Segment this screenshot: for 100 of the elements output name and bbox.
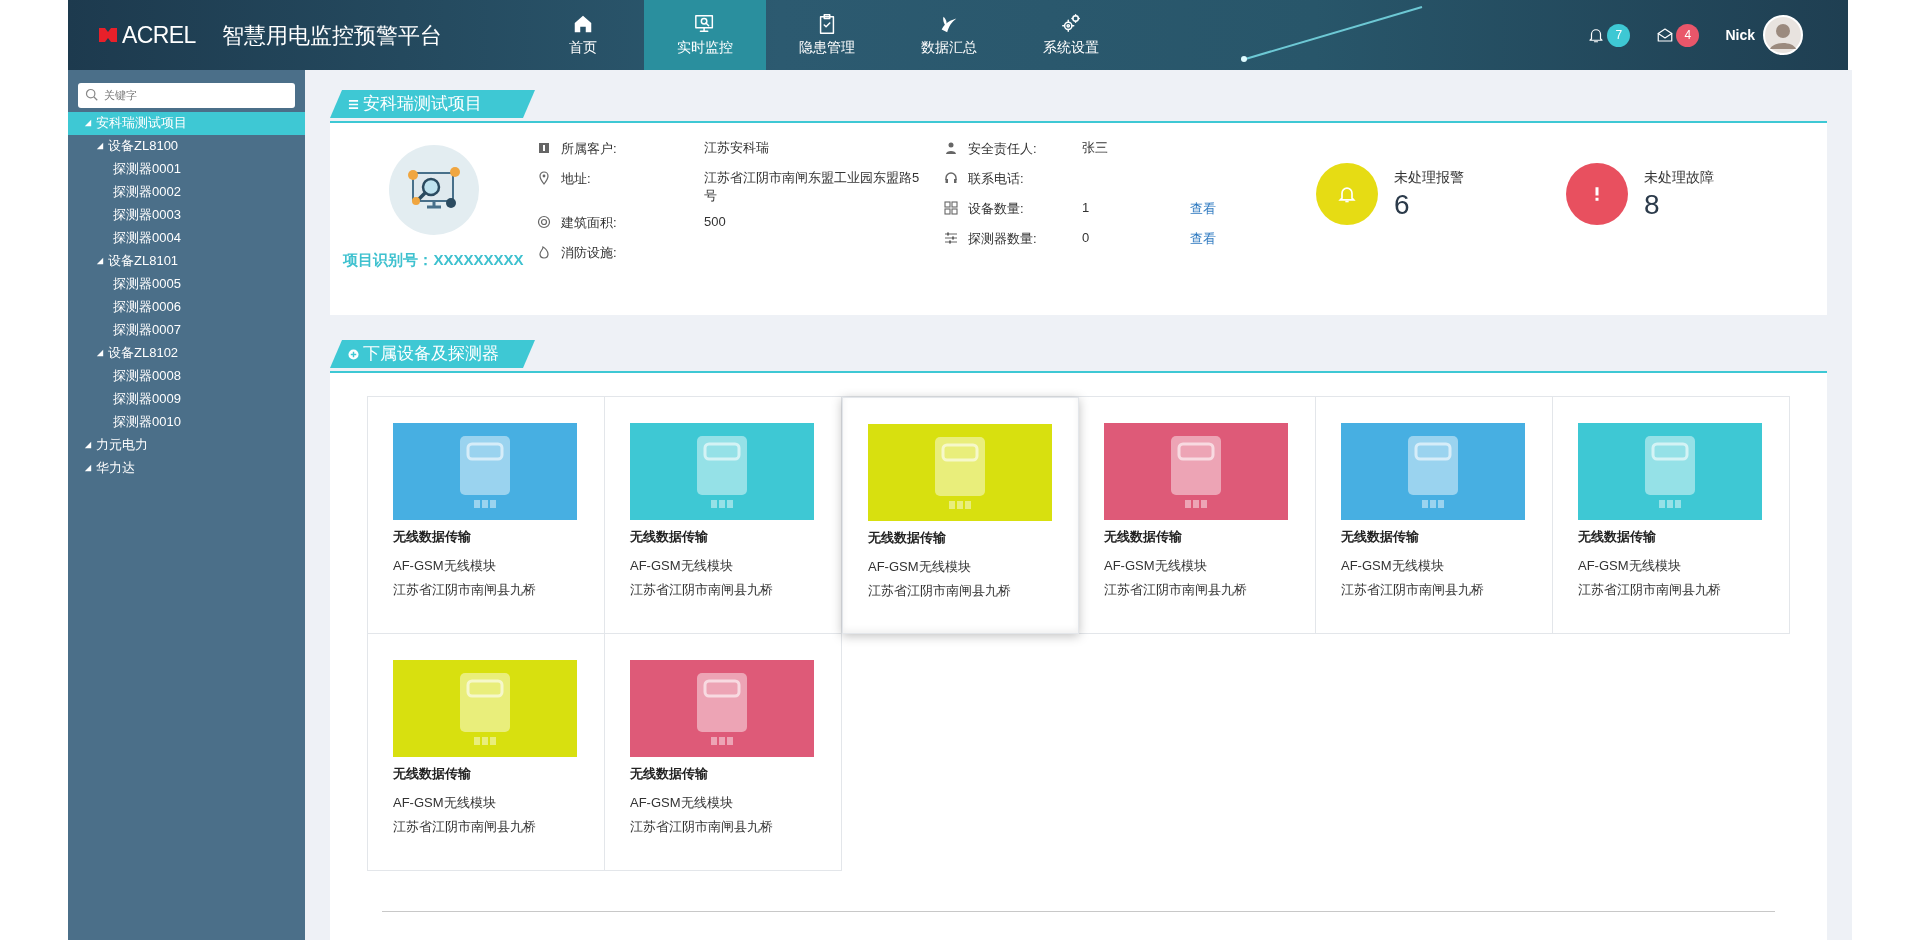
- project-id: 项目识别号：XXXXXXXXX: [343, 250, 524, 270]
- section-title: 下属设备及探测器: [363, 343, 499, 366]
- device-card[interactable]: 无线数据传输 AF-GSM无线模块 江苏省江阴市南闸县九桥: [1316, 397, 1553, 634]
- headset-icon: [944, 171, 958, 185]
- device-card[interactable]: 无线数据传输 AF-GSM无线模块 江苏省江阴市南闸县九桥: [1079, 397, 1316, 634]
- expanded-triangle-icon: [96, 257, 104, 265]
- nav-tab[interactable]: 数据汇总: [887, 0, 1010, 70]
- field-label: 探测器数量:: [968, 230, 1038, 248]
- search-field[interactable]: 关键字: [78, 82, 295, 108]
- nav-tab[interactable]: 实时监控: [643, 0, 766, 70]
- tree-item[interactable]: 设备ZL8102: [68, 341, 305, 365]
- meter-icon: [1408, 435, 1458, 508]
- field-value: 张三: [1082, 139, 1109, 157]
- tree-item[interactable]: 探测器0010: [68, 410, 305, 434]
- device-address: 江苏省江阴市南闸县九桥: [393, 581, 537, 599]
- device-title: 无线数据传输: [1578, 528, 1657, 546]
- person-icon: [944, 141, 958, 155]
- meter-icon: [935, 436, 985, 509]
- device-title: 无线数据传输: [393, 528, 472, 546]
- device-address: 江苏省江阴市南闸县九桥: [630, 818, 774, 836]
- tree-item[interactable]: 探测器0001: [68, 157, 305, 181]
- device-model: AF-GSM无线模块: [630, 793, 734, 812]
- device-card[interactable]: 无线数据传输 AF-GSM无线模块 江苏省江阴市南闸县九桥: [368, 634, 605, 871]
- device-title: 无线数据传输: [1341, 528, 1420, 546]
- count-badge: 7: [1607, 23, 1631, 47]
- field-label: 联系电话:: [968, 170, 1025, 188]
- device-address: 江苏省江阴市南闸县九桥: [393, 818, 537, 836]
- avatar-icon: [1763, 15, 1803, 55]
- field-value: 500: [704, 213, 727, 231]
- tree-item[interactable]: 设备ZL8101: [68, 249, 305, 273]
- sliders-icon: [944, 231, 958, 245]
- user-name[interactable]: Nick: [1725, 24, 1755, 46]
- view-link[interactable]: 查看: [1190, 199, 1216, 219]
- field-value: 江苏安科瑞: [704, 139, 770, 157]
- ring-icon: [537, 215, 551, 229]
- device-model: AF-GSM无线模块: [1578, 556, 1682, 575]
- device-title: 无线数据传输: [630, 765, 709, 783]
- location-pin-icon: [537, 171, 551, 185]
- device-address: 江苏省江阴市南闸县九桥: [1341, 581, 1485, 599]
- search-icon: [85, 88, 99, 102]
- device-address: 江苏省江阴市南闸县九桥: [630, 581, 774, 599]
- meter-icon: [460, 435, 510, 508]
- field-label: 设备数量:: [968, 200, 1025, 218]
- meter-icon: [1645, 435, 1695, 508]
- device-model: AF-GSM无线模块: [1341, 556, 1445, 575]
- nav-tab[interactable]: 首页: [521, 0, 644, 70]
- expanded-triangle-icon: [84, 441, 92, 449]
- device-card[interactable]: 无线数据传输 AF-GSM无线模块 江苏省江阴市南闸县九桥: [605, 397, 842, 634]
- mail-icon: [1656, 26, 1675, 44]
- tree-item[interactable]: 设备ZL8100: [68, 134, 305, 158]
- field-value: 江苏省江阴市南闸东盟工业园东盟路5号: [704, 169, 921, 205]
- section-title: 安科瑞测试项目: [363, 93, 482, 116]
- tree-item[interactable]: 探测器0005: [68, 272, 305, 296]
- field-label: 建筑面积:: [561, 214, 618, 232]
- count-badge: 4: [1676, 23, 1700, 47]
- menu-icon: [348, 98, 359, 110]
- nav-tab[interactable]: 系统设置: [1009, 0, 1132, 70]
- tree-item[interactable]: 探测器0009: [68, 387, 305, 411]
- expanded-triangle-icon: [84, 119, 92, 127]
- device-title: 无线数据传输: [393, 765, 472, 783]
- device-model: AF-GSM无线模块: [868, 557, 972, 576]
- meter-icon: [697, 435, 747, 508]
- logo-mark-icon: [98, 25, 118, 45]
- exclamation-icon: [1594, 186, 1600, 202]
- gears-icon: [1059, 12, 1082, 35]
- field-value: 1: [1082, 199, 1091, 217]
- plus-circle-icon: [348, 348, 359, 360]
- stat-value: 8: [1644, 188, 1661, 222]
- tree-item[interactable]: 力元电力: [68, 433, 305, 457]
- flame-icon: [537, 245, 551, 259]
- device-model: AF-GSM无线模块: [1104, 556, 1208, 575]
- nav-tab[interactable]: 隐患管理: [765, 0, 888, 70]
- monitor-search-icon: [693, 12, 716, 35]
- device-card[interactable]: 无线数据传输 AF-GSM无线模块 江苏省江阴市南闸县九桥: [605, 634, 842, 871]
- tree-item[interactable]: 探测器0008: [68, 364, 305, 388]
- device-card[interactable]: 无线数据传输 AF-GSM无线模块 江苏省江阴市南闸县九桥: [368, 397, 605, 634]
- tree-item[interactable]: 探测器0004: [68, 226, 305, 250]
- meter-icon: [697, 672, 747, 745]
- device-address: 江苏省江阴市南闸县九桥: [1578, 581, 1722, 599]
- expanded-triangle-icon: [96, 349, 104, 357]
- device-card[interactable]: 无线数据传输 AF-GSM无线模块 江苏省江阴市南闸县九桥: [842, 397, 1079, 634]
- tree-item[interactable]: 探测器0006: [68, 295, 305, 319]
- tree-item[interactable]: 探测器0003: [68, 203, 305, 227]
- device-title: 无线数据传输: [868, 529, 947, 547]
- tree-item[interactable]: 探测器0002: [68, 180, 305, 204]
- device-title: 无线数据传输: [630, 528, 709, 546]
- field-label: 安全责任人:: [968, 140, 1038, 158]
- stat-value: 6: [1394, 188, 1411, 222]
- device-address: 江苏省江阴市南闸县九桥: [868, 582, 1012, 600]
- tree-item[interactable]: 探测器0007: [68, 318, 305, 342]
- field-label: 地址:: [561, 170, 592, 188]
- device-card[interactable]: 无线数据传输 AF-GSM无线模块 江苏省江阴市南闸县九桥: [1553, 397, 1790, 634]
- meter-icon: [460, 672, 510, 745]
- device-model: AF-GSM无线模块: [393, 556, 497, 575]
- id-card-icon: [537, 141, 551, 155]
- grid-icon: [944, 201, 958, 215]
- view-link[interactable]: 查看: [1190, 229, 1216, 249]
- tree-item[interactable]: 华力达: [68, 456, 305, 480]
- app-title: 智慧用电监控预警平台: [221, 21, 442, 50]
- logo-text: ACREL: [122, 20, 196, 50]
